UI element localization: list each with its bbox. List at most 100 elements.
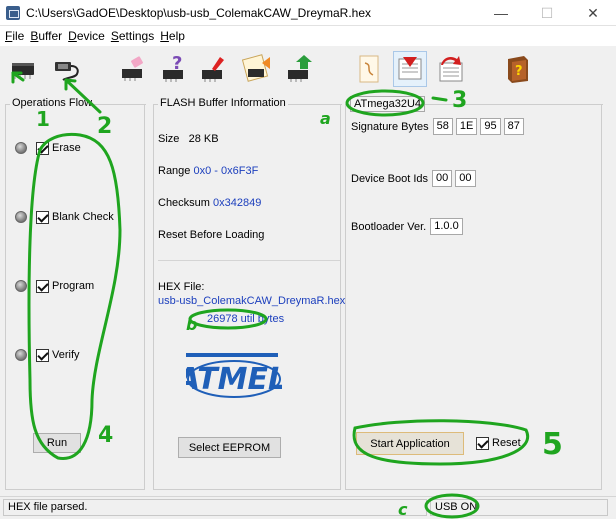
size-row: Size 28 KB	[158, 133, 219, 145]
program-button[interactable]	[197, 51, 231, 87]
annotation-arrow-3	[431, 96, 448, 102]
menu-device[interactable]: Device	[65, 27, 108, 45]
menu-bar: File Buffer Device Settings Help	[0, 26, 616, 46]
blank-check-checkbox[interactable]	[36, 210, 49, 224]
op-row-blank-check: Blank Check	[15, 209, 114, 225]
verify-checkbox[interactable]	[36, 348, 49, 362]
range-label: Range	[158, 165, 191, 177]
checksum-label: Checksum	[158, 197, 210, 209]
usb-connect-button[interactable]	[50, 51, 84, 87]
program-chip-icon	[202, 57, 224, 82]
operations-flow-title: Operations Flow	[10, 97, 95, 109]
hex-file-label: HEX File:	[158, 281, 205, 293]
close-button[interactable]: ✕	[570, 0, 616, 26]
blank-check-label: Blank Check	[52, 211, 114, 223]
range-value: 0x0 - 0x6F3F	[193, 165, 259, 177]
boot-id-1: 00	[432, 170, 453, 187]
checksum-value: 0x342849	[213, 197, 262, 209]
verify-label: Verify	[52, 349, 80, 361]
bytes-suffix: util bytes	[240, 313, 285, 325]
select-eeprom-button[interactable]: Select EEPROM	[178, 437, 281, 458]
help-button[interactable]: ?	[501, 51, 535, 87]
chip-icon	[12, 63, 34, 79]
maximize-button[interactable]: ☐	[524, 0, 570, 26]
signature-byte-4: 87	[503, 118, 524, 135]
verify-button[interactable]	[283, 51, 317, 87]
status-led-icon	[15, 280, 27, 292]
menu-buffer[interactable]: Buffer	[27, 27, 65, 45]
size-value: 28 KB	[188, 133, 219, 145]
boot-ids-row: Device Boot Ids 00 00	[351, 170, 479, 187]
bootloader-label: Bootloader Ver.	[351, 220, 427, 233]
op-row-verify: Verify	[15, 347, 80, 363]
menu-buffer-label: Buffer	[30, 29, 63, 43]
select-device-button[interactable]	[6, 51, 40, 87]
menu-device-label: Device	[68, 29, 105, 43]
help-book-icon: ?	[508, 56, 528, 83]
title-bar: C:\Users\GadOE\Desktop\usb-usb_ColemakCA…	[0, 0, 616, 26]
reset-option: Reset	[476, 435, 521, 451]
op-row-erase: Erase	[15, 140, 81, 156]
erase-chip-icon	[122, 56, 143, 81]
bytes-value: 26978	[207, 313, 238, 325]
device-name: ATmega32U4	[350, 96, 426, 112]
save-file-icon	[439, 56, 463, 82]
menu-file-label: File	[5, 29, 25, 43]
verify-chip-icon	[288, 55, 312, 82]
edit-document-icon	[359, 55, 379, 83]
svg-text:?: ?	[172, 53, 182, 74]
save-hex-button[interactable]	[434, 51, 468, 87]
hex-file-name: usb-usb_ColemakCAW_DreymaR.hex	[158, 295, 346, 307]
menu-help-label: Help	[160, 29, 185, 43]
load-file-icon	[398, 57, 422, 80]
blank-check-button[interactable]: ?	[158, 51, 192, 87]
signature-byte-2: 1E	[455, 118, 478, 135]
program-label: Program	[52, 280, 95, 292]
status-bar: HEX file parsed. USB ON	[0, 496, 616, 519]
toolbar: ? ?	[0, 47, 616, 97]
erase-checkbox[interactable]	[36, 141, 49, 155]
load-chip-icon	[242, 54, 270, 82]
blank-check-chip-icon: ?	[163, 53, 183, 82]
reset-checkbox[interactable]	[476, 436, 489, 450]
run-button[interactable]: Run	[33, 433, 81, 453]
app-icon	[6, 6, 20, 20]
signature-row: Signature Bytes 58 1E 95 87	[351, 118, 527, 135]
boot-id-2: 00	[455, 170, 476, 187]
status-message: HEX file parsed.	[3, 499, 427, 516]
atmel-logo: ATMEL	[175, 351, 287, 399]
connection-status: USB ON	[430, 499, 608, 516]
checksum-row: Checksum 0x342849	[158, 197, 261, 209]
bootloader-row: Bootloader Ver. 1.0.0	[351, 218, 466, 235]
size-label: Size	[158, 133, 180, 145]
flash-buffer-title: FLASH Buffer Information	[158, 97, 288, 109]
connection-status-text: USB ON	[435, 501, 478, 513]
program-checkbox[interactable]	[36, 279, 49, 293]
signature-label: Signature Bytes	[351, 120, 429, 133]
reset-before-loading-label: Reset Before Loading	[158, 229, 265, 241]
reset-label: Reset	[492, 437, 521, 449]
menu-settings-label: Settings	[110, 29, 155, 43]
bytes-row: 26978 util bytes	[207, 313, 284, 325]
menu-file[interactable]: File	[2, 27, 27, 45]
status-led-icon	[15, 142, 27, 154]
edit-buffer-button[interactable]	[352, 51, 386, 87]
window-title: C:\Users\GadOE\Desktop\usb-usb_ColemakCA…	[26, 6, 372, 20]
minimize-button[interactable]: —	[478, 0, 524, 26]
status-led-icon	[15, 211, 27, 223]
load-hex-button[interactable]	[393, 51, 427, 87]
signature-byte-1: 58	[432, 118, 453, 135]
bootloader-version: 1.0.0	[430, 218, 463, 235]
erase-label: Erase	[52, 142, 81, 154]
svg-text:?: ?	[515, 64, 523, 79]
menu-help[interactable]: Help	[157, 27, 188, 45]
start-application-button[interactable]: Start Application	[356, 432, 464, 455]
boot-ids-label: Device Boot Ids	[351, 172, 429, 185]
status-led-icon	[15, 349, 27, 361]
read-button[interactable]	[241, 51, 275, 87]
op-row-program: Program	[15, 278, 94, 294]
usb-cable-icon	[55, 62, 79, 81]
menu-settings[interactable]: Settings	[108, 27, 157, 45]
erase-button[interactable]	[117, 51, 151, 87]
range-row: Range 0x0 - 0x6F3F	[158, 165, 258, 177]
